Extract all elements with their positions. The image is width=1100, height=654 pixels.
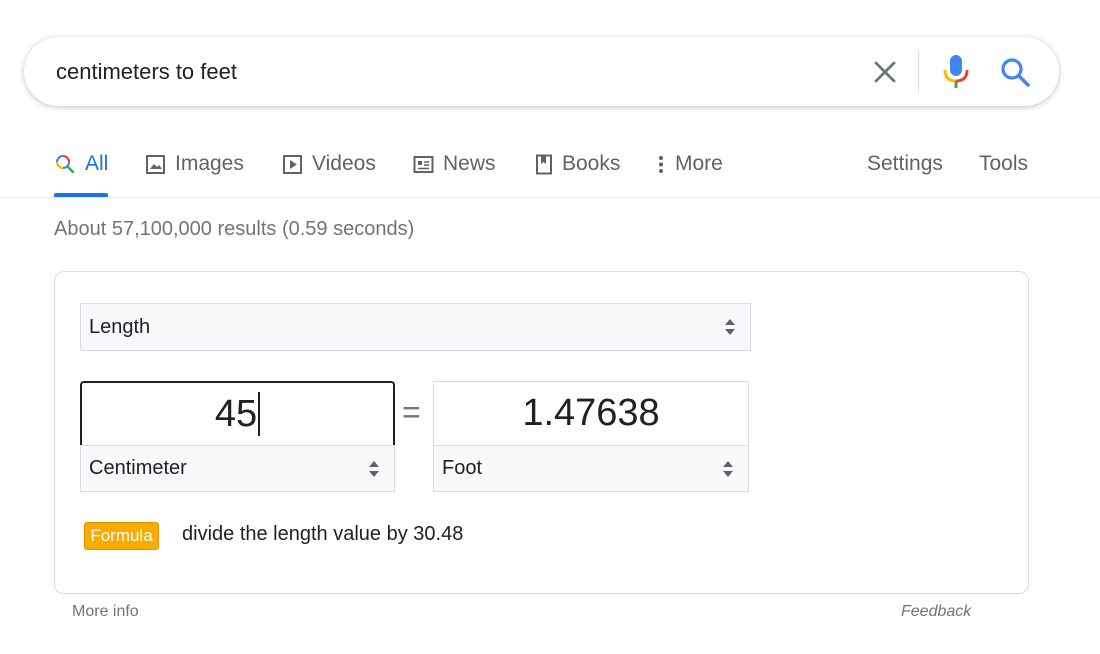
to-unit-value: Foot [442, 457, 483, 479]
search-bar-divider [918, 51, 919, 92]
tools-link[interactable]: Tools [979, 150, 1028, 178]
search-icon [1001, 58, 1030, 87]
search-submit-button[interactable] [997, 54, 1033, 90]
settings-link[interactable]: Settings [867, 150, 943, 178]
to-value-text: 1.47638 [522, 392, 660, 434]
formula-badge: Formula [84, 522, 159, 550]
equals-sign: = [402, 394, 421, 430]
tab-images-label: Images [175, 152, 244, 175]
search-icon [56, 155, 75, 174]
feedback-link[interactable]: Feedback [901, 603, 971, 621]
tab-books-label: Books [562, 152, 621, 175]
tab-news-label: News [443, 152, 496, 175]
tab-more[interactable]: More [656, 150, 723, 178]
voice-search-button[interactable] [940, 53, 972, 91]
more-vert-icon [659, 155, 663, 173]
from-value-text: 45 [214, 392, 258, 435]
tab-books[interactable]: Books [535, 150, 620, 178]
formula-text: divide the length value by 30.48 [182, 523, 464, 545]
tab-videos[interactable]: Videos [282, 150, 376, 178]
book-icon [536, 154, 552, 174]
search-bar [24, 37, 1059, 106]
tab-all[interactable]: All [54, 150, 108, 178]
from-value-input[interactable]: 45 [80, 381, 395, 445]
clear-search-button[interactable] [867, 54, 903, 90]
tab-more-label: More [675, 152, 723, 175]
select-arrows-icon [723, 460, 733, 477]
tab-all-label: All [85, 152, 109, 175]
tools-label: Tools [979, 152, 1029, 175]
microphone-icon [943, 55, 969, 88]
from-unit-select[interactable]: Centimeter [80, 445, 395, 492]
measure-type-value: Length [89, 315, 151, 338]
select-arrows-icon [369, 460, 379, 477]
tab-news[interactable]: News [413, 150, 496, 178]
search-tabs: All Images Videos News Books More Settin… [0, 136, 1100, 198]
from-unit-value: Centimeter [89, 457, 187, 479]
play-icon [283, 154, 302, 174]
to-unit-select[interactable]: Foot [433, 445, 749, 492]
settings-label: Settings [867, 152, 943, 175]
results-stats: About 57,100,000 results (0.59 seconds) [54, 218, 415, 240]
tab-images[interactable]: Images [145, 150, 244, 178]
newspaper-icon [413, 155, 434, 173]
image-icon [146, 154, 165, 174]
measure-type-select[interactable]: Length [80, 303, 751, 351]
select-arrows-icon [725, 319, 735, 335]
unit-converter-card: Length 45 = 1.47638 Centimeter Foot Form… [54, 271, 1029, 594]
active-tab-indicator [54, 193, 108, 197]
search-input[interactable] [56, 55, 836, 89]
more-info-link[interactable]: More info [72, 603, 139, 621]
tab-videos-label: Videos [312, 152, 376, 175]
text-cursor [258, 392, 261, 436]
close-icon [874, 61, 896, 83]
to-value-input[interactable]: 1.47638 [433, 381, 749, 445]
